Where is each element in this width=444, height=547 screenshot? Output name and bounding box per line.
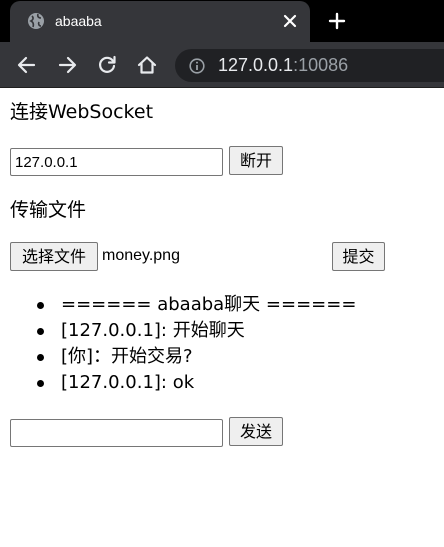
choose-file-button[interactable]: 选择文件	[10, 242, 98, 271]
chat-message-list: ====== abaaba聊天 ====== [127.0.0.1]: 开始聊天…	[0, 292, 420, 396]
send-button[interactable]: 发送	[229, 417, 283, 446]
submit-file-button[interactable]: 提交	[332, 242, 385, 271]
message-input[interactable]	[10, 419, 223, 447]
info-icon[interactable]	[189, 58, 205, 74]
connect-heading: 连接WebSocket	[10, 101, 154, 123]
home-icon[interactable]	[136, 54, 158, 76]
url-text: 127.0.0.1:10086	[218, 55, 348, 76]
globe-icon	[27, 12, 45, 30]
chat-message: [你]：开始交易?	[37, 344, 420, 370]
back-arrow-icon[interactable]	[16, 54, 38, 76]
disconnect-button[interactable]: 断开	[229, 146, 283, 175]
plus-icon[interactable]	[328, 12, 346, 30]
close-icon[interactable]	[282, 13, 298, 29]
url-host: 127.0.0.1	[218, 55, 294, 75]
tab-strip: abaaba	[0, 0, 444, 42]
browser-toolbar: 127.0.0.1:10086	[0, 42, 444, 88]
page-content: 连接WebSocket 断开 传输文件 选择文件 money.png 提交 ==…	[0, 89, 444, 547]
url-port: :10086	[293, 55, 349, 75]
forward-arrow-icon[interactable]	[56, 54, 78, 76]
chat-message: [127.0.0.1]: 开始聊天	[37, 318, 420, 344]
browser-tab[interactable]: abaaba	[10, 1, 310, 42]
selected-filename: money.png	[102, 247, 180, 264]
server-address-input[interactable]	[10, 148, 223, 176]
address-bar[interactable]: 127.0.0.1:10086	[175, 49, 444, 82]
chat-message: ====== abaaba聊天 ======	[37, 292, 420, 318]
reload-icon[interactable]	[96, 54, 118, 76]
file-transfer-heading: 传输文件	[10, 199, 87, 221]
chat-message: [127.0.0.1]: ok	[37, 370, 420, 396]
tab-title: abaaba	[55, 13, 102, 29]
